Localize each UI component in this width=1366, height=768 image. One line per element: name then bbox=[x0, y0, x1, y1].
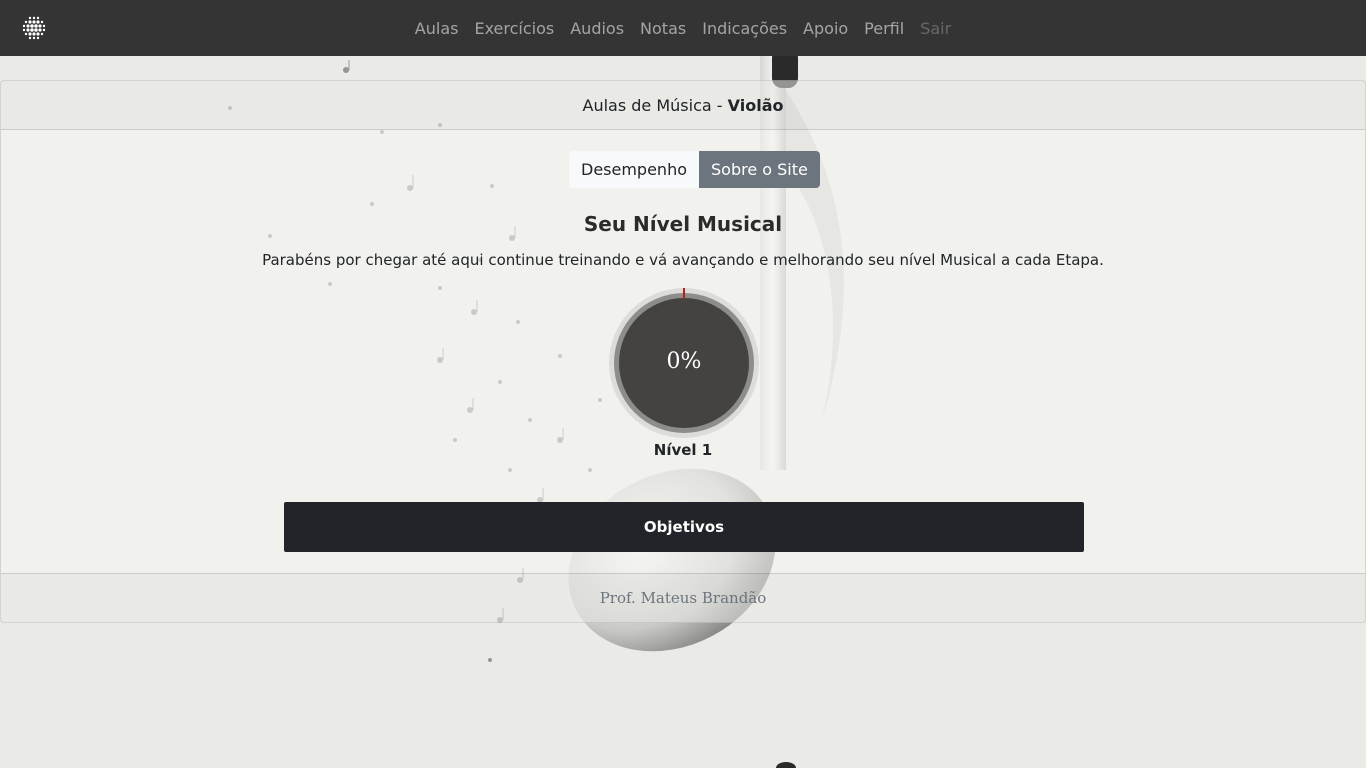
nav-links: Aulas Exercícios Audios Notas Indicações… bbox=[0, 0, 1366, 56]
level-name: Nível 1 bbox=[653, 441, 713, 459]
nav-link-apoio[interactable]: Apoio bbox=[795, 19, 856, 38]
tab-button-group: Desempenho Sobre o Site bbox=[569, 151, 820, 188]
card-header: Aulas de Música - Violão bbox=[1, 81, 1365, 130]
level-description: Parabéns por chegar até aqui continue tr… bbox=[262, 251, 1104, 269]
nav-link-indicacoes[interactable]: Indicações bbox=[694, 19, 795, 38]
card-footer: Prof. Mateus Brandão bbox=[1, 573, 1365, 622]
nav-link-audios[interactable]: Audios bbox=[562, 19, 632, 38]
nav-link-sair[interactable]: Sair bbox=[912, 19, 959, 38]
teacher-name: Prof. Mateus Brandão bbox=[599, 589, 767, 607]
nav-link-aulas[interactable]: Aulas bbox=[407, 19, 467, 38]
objectives-button[interactable]: Objetivos bbox=[284, 502, 1084, 552]
card-body: Desempenho Sobre o Site Seu Nível Musica… bbox=[1, 130, 1365, 573]
card-header-prefix: Aulas de Música - bbox=[582, 95, 728, 115]
level-card: Aulas de Música - Violão Desempenho Sobr… bbox=[0, 80, 1366, 623]
top-navbar: Aulas Exercícios Audios Notas Indicações… bbox=[0, 0, 1366, 56]
tab-desempenho[interactable]: Desempenho bbox=[569, 151, 699, 188]
level-progress-ring: 0% bbox=[608, 287, 760, 439]
tab-sobre-o-site[interactable]: Sobre o Site bbox=[699, 151, 820, 188]
nav-link-notas[interactable]: Notas bbox=[632, 19, 694, 38]
progress-percent: 0% bbox=[666, 349, 702, 374]
nav-link-exercicios[interactable]: Exercícios bbox=[466, 19, 562, 38]
level-title: Seu Nível Musical bbox=[583, 212, 783, 236]
nav-link-perfil[interactable]: Perfil bbox=[856, 19, 912, 38]
card-header-course: Violão bbox=[727, 95, 784, 115]
